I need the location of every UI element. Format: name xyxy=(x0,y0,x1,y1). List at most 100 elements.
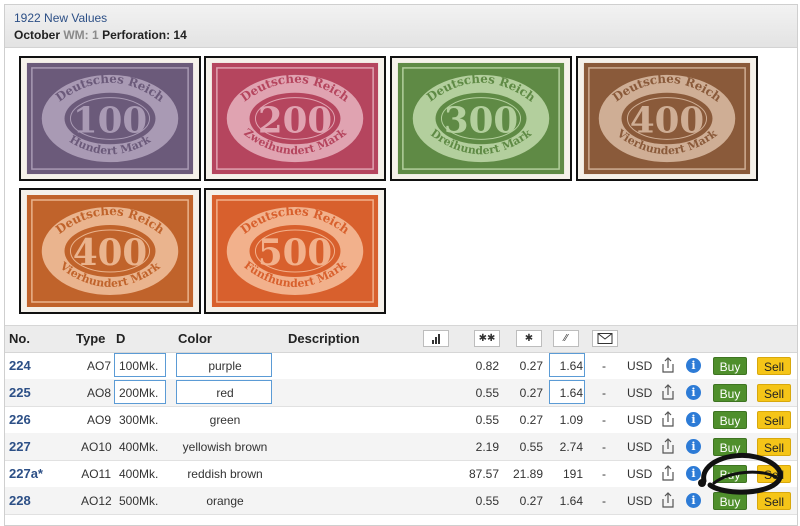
hinged-price: 0.27 xyxy=(519,494,543,508)
buy-button[interactable]: Buy xyxy=(713,357,747,375)
hinged-price: 0.27 xyxy=(519,386,543,400)
header-d[interactable]: D xyxy=(116,331,125,346)
stamp-color: red xyxy=(216,386,234,400)
share-icon[interactable] xyxy=(661,357,675,373)
stamp-color: yellowish brown xyxy=(182,440,268,454)
table-header: No. Type D Color Description ✱✱ ✱ ⁄⁄ xyxy=(5,325,797,353)
used-price: 2.74 xyxy=(559,440,583,454)
denomination: 500Mk. xyxy=(119,494,159,508)
denomination: 100Mk. xyxy=(119,359,159,373)
cover-price: - xyxy=(602,359,606,373)
used-price: 191 xyxy=(562,467,583,481)
share-icon[interactable] xyxy=(661,411,675,427)
stamp-image[interactable]: Deutsches Reich Fünfhundert Mark 500 xyxy=(204,188,386,314)
stamp-value: 400 xyxy=(630,100,704,141)
mint-price: 0.55 xyxy=(475,413,499,427)
table-row: 227a* AO11 400Mk. reddish brown 87.57 21.89 19… xyxy=(5,460,797,488)
catalog-number[interactable]: 226 xyxy=(9,412,31,427)
stamp-image[interactable]: Deutsches Reich Dreihundert Mark 300 xyxy=(390,56,572,181)
stamp-catalog-panel: 1922 New Values October WM: 1 Perforatio… xyxy=(4,4,798,526)
mint-price: 0.55 xyxy=(475,494,499,508)
currency: USD xyxy=(627,413,653,427)
mint-price: 0.55 xyxy=(475,386,499,400)
denomination: 300Mk. xyxy=(119,413,159,427)
denomination: 200Mk. xyxy=(119,386,159,400)
cover-price: - xyxy=(602,386,606,400)
section-header: 1922 New Values October WM: 1 Perforatio… xyxy=(5,5,797,48)
table-row: 227 AO10 400Mk. yellowish brown 2.19 0.55 2.74… xyxy=(5,433,797,461)
currency: USD xyxy=(627,359,653,373)
header-type[interactable]: Type xyxy=(76,331,105,346)
denomination: 400Mk. xyxy=(119,440,159,454)
stamp-color: reddish brown xyxy=(187,467,263,481)
info-icon[interactable]: i xyxy=(686,412,701,427)
catalog-number[interactable]: 227a* xyxy=(9,466,43,481)
stamp-color: green xyxy=(209,413,241,427)
catalog-number[interactable]: 225 xyxy=(9,385,31,400)
currency: USD xyxy=(627,494,653,508)
sell-button[interactable]: Sell xyxy=(757,384,791,402)
hinged-price: 0.55 xyxy=(519,440,543,454)
perforation-label: Perforation: xyxy=(102,28,171,42)
hinged-price: 21.89 xyxy=(513,467,544,481)
catalog-number[interactable]: 227 xyxy=(9,439,31,454)
stamp-type: AO9 xyxy=(86,413,111,427)
stamp-type: AO10 xyxy=(81,440,112,454)
cover-price: - xyxy=(602,494,606,508)
issue-month: October xyxy=(14,28,61,42)
info-icon[interactable]: i xyxy=(686,385,701,400)
header-color[interactable]: Color xyxy=(178,331,212,346)
share-icon[interactable] xyxy=(661,465,675,481)
section-details: October WM: 1 Perforation: 14 xyxy=(14,28,187,42)
loading-spinner-icon xyxy=(698,453,783,495)
stamp-image[interactable]: Deutsches Reich Vierhundert Mark 400 xyxy=(576,56,758,181)
catalog-number[interactable]: 228 xyxy=(9,493,31,508)
denomination: 400Mk. xyxy=(119,467,159,481)
table-row: 226 AO9 300Mk. green 0.55 0.27 1.09 - USD i Buy Sel… xyxy=(5,406,797,434)
cover-price: - xyxy=(602,440,606,454)
stamp-type: AO12 xyxy=(81,494,112,508)
sell-button[interactable]: Sell xyxy=(757,411,791,429)
buy-button[interactable]: Buy xyxy=(713,411,747,429)
stamp-type: AO11 xyxy=(81,467,111,481)
used-price: 1.09 xyxy=(559,413,583,427)
used-stamp-icon[interactable]: ⁄⁄ xyxy=(553,330,579,347)
hinged-price: 0.27 xyxy=(519,413,543,427)
buy-button[interactable]: Buy xyxy=(713,384,747,402)
hinged-price: 0.27 xyxy=(519,359,543,373)
table-row: 224 AO7 100Mk. purple 0.82 0.27 1.64 - USD i Buy Se… xyxy=(5,352,797,380)
stamp-image[interactable]: Deutsches Reich Vierhundert Mark 400 xyxy=(19,188,201,314)
currency: USD xyxy=(627,440,653,454)
used-price: 1.64 xyxy=(559,494,583,508)
watermark-label: WM: xyxy=(63,28,89,42)
catalog-number[interactable]: 224 xyxy=(9,358,31,373)
used-price: 1.64 xyxy=(559,359,583,373)
share-icon[interactable] xyxy=(661,438,675,454)
perforation-value: 14 xyxy=(173,28,187,42)
stamp-type: AO8 xyxy=(86,386,111,400)
info-icon[interactable]: i xyxy=(686,358,701,373)
bar-chart-icon[interactable] xyxy=(423,330,449,347)
stamp-value: 200 xyxy=(258,100,332,141)
stamp-value: 500 xyxy=(258,232,332,274)
table-row: 225 AO8 200Mk. red 0.55 0.27 1.64 - USD i Buy Sell xyxy=(5,379,797,407)
share-icon[interactable] xyxy=(661,384,675,400)
stamp-value: 100 xyxy=(73,100,147,141)
watermark-value: 1 xyxy=(92,28,99,42)
currency: USD xyxy=(627,386,653,400)
sell-button[interactable]: Sell xyxy=(757,357,791,375)
currency: USD xyxy=(627,467,653,481)
stamp-color: orange xyxy=(206,494,244,508)
mint-price: 87.57 xyxy=(468,467,499,481)
envelope-icon[interactable] xyxy=(592,330,618,347)
header-no[interactable]: No. xyxy=(9,331,30,346)
stamp-image[interactable]: Deutsches Reich Zweihundert Mark 200 xyxy=(204,56,386,181)
header-description[interactable]: Description xyxy=(288,331,360,346)
hinged-star-icon[interactable]: ✱ xyxy=(516,330,542,347)
mint-stars-icon[interactable]: ✱✱ xyxy=(474,330,500,347)
used-price: 1.64 xyxy=(559,386,583,400)
stamp-image[interactable]: Deutsches Reich Hundert Mark 100 xyxy=(19,56,201,181)
share-icon[interactable] xyxy=(661,492,675,508)
section-title: 1922 New Values xyxy=(14,11,108,25)
cover-price: - xyxy=(602,413,606,427)
